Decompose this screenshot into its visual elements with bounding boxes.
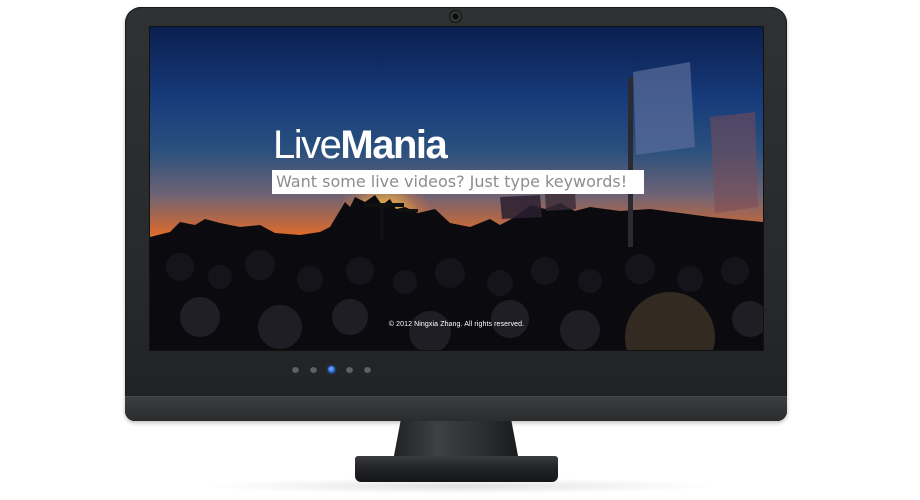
monitor-frame: LiveMania Want some live videos? Just ty… <box>125 7 787 421</box>
webcam-icon <box>450 11 461 22</box>
carousel-dot-5[interactable] <box>364 366 371 373</box>
livemania-logo: LiveMania <box>273 123 448 167</box>
keyword-search-input[interactable]: Want some live videos? Just type keyword… <box>272 170 644 194</box>
monitor-stand-base <box>355 456 558 482</box>
carousel-dots <box>292 366 371 374</box>
screen: LiveMania Want some live videos? Just ty… <box>150 27 763 350</box>
carousel-dot-1[interactable] <box>292 366 299 373</box>
carousel-dot-3-active[interactable] <box>328 366 335 373</box>
monitor-chin <box>125 396 787 421</box>
copyright-text: © 2012 Ningxia Zhang. All rights reserve… <box>388 321 525 328</box>
carousel-dot-4[interactable] <box>346 366 353 373</box>
monitor-stand-neck <box>393 421 519 461</box>
carousel-dot-2[interactable] <box>310 366 317 373</box>
logo-part-mania: Mania <box>340 123 447 167</box>
logo-part-live: Live <box>273 123 342 167</box>
